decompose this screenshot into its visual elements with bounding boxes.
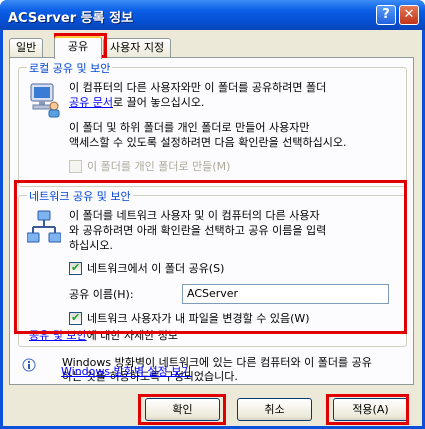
tab-customize[interactable]: 사용자 지정 <box>103 38 172 57</box>
title-bar[interactable]: ACServer 등록 정보 ? ✕ <box>0 0 425 30</box>
make-private-label: 이 폴더를 개인 폴더로 만들(M) <box>87 160 231 173</box>
share-name-input[interactable]: ACServer <box>182 284 389 304</box>
share-folder-checkbox[interactable] <box>69 261 82 275</box>
tab-general[interactable]: 일반 <box>9 38 44 57</box>
computer-users-icon <box>30 83 60 118</box>
local-desc-line2-suffix: 로 끌어 놓으십시오. <box>112 96 205 109</box>
make-private-checkbox[interactable] <box>69 160 82 173</box>
allow-change-checkbox[interactable] <box>69 311 82 325</box>
network-icon <box>27 210 61 243</box>
network-sharing-group: 네트워크 공유 및 보안 이 폴더를 네트워크 사용자 및 이 컴퓨터의 다른 … <box>18 188 407 347</box>
close-icon: ✕ <box>403 7 415 22</box>
ok-button[interactable]: 확인 <box>145 398 220 421</box>
private-desc-line1: 이 폴더 및 하위 폴더를 개인 폴더로 만들어 사용자만 <box>69 121 310 134</box>
dialog-client: 일반 공유 사용자 지정 로컬 공유 및 보안 이 컴퓨터의 다른 사용자와만 … <box>3 30 422 426</box>
private-desc-line2: 액세스할 수 있도록 설정하려면 다음 확인란을 선택하십시오. <box>69 136 347 149</box>
share-folder-label: 네트워크에서 이 폴더 공유(S) <box>87 262 225 275</box>
sharing-security-link[interactable]: 공유 및 보안 <box>29 329 87 342</box>
sharing-tab-panel: 로컬 공유 및 보안 이 컴퓨터의 다른 사용자와만 이 폴더를 공유하려면 폴… <box>9 57 414 385</box>
shared-documents-link[interactable]: 공유 문서 <box>69 96 113 109</box>
firewall-settings-link[interactable]: Windows 방화벽 설정 보기 <box>61 364 191 379</box>
apply-button[interactable]: 적용(A) <box>333 398 408 421</box>
network-desc-line2: 와 공유하려면 아래 확인란을 선택하고 공유 이름을 입력 <box>69 224 327 237</box>
cancel-button[interactable]: 취소 <box>237 398 312 421</box>
local-desc-line1: 이 컴퓨터의 다른 사용자와만 이 폴더를 공유하려면 폴더 <box>69 81 327 94</box>
network-desc-line1: 이 폴더를 네트워크 사용자 및 이 컴퓨터의 다른 사용자 <box>69 209 320 222</box>
network-sharing-title: 네트워크 공유 및 보안 <box>27 188 133 204</box>
help-button[interactable]: ? <box>376 5 396 25</box>
allow-change-label: 네트워크 사용자가 내 파일을 변경할 수 있음(W) <box>87 312 310 325</box>
local-sharing-group: 로컬 공유 및 보안 이 컴퓨터의 다른 사용자와만 이 폴더를 공유하려면 폴… <box>18 60 407 187</box>
window-title: ACServer 등록 정보 <box>8 11 134 26</box>
local-desc-line2: 공유 문서로 끌어 놓으십시오. <box>69 95 404 110</box>
tab-sharing[interactable]: 공유 <box>54 36 102 59</box>
help-icon: ? <box>382 7 390 22</box>
info-icon <box>22 358 36 372</box>
share-name-label: 공유 이름(H): <box>69 288 134 301</box>
more-info-suffix: 에 대한 자세한 정보 <box>86 329 179 342</box>
network-desc-line3: 하십시오. <box>69 239 113 252</box>
properties-window: ACServer 등록 정보 ? ✕ 일반 공유 사용자 지정 로컬 공유 및 … <box>0 0 425 429</box>
close-button[interactable]: ✕ <box>399 5 419 25</box>
more-info-line: 공유 및 보안에 대한 자세한 정보 <box>29 328 178 343</box>
local-sharing-title: 로컬 공유 및 보안 <box>27 60 113 76</box>
